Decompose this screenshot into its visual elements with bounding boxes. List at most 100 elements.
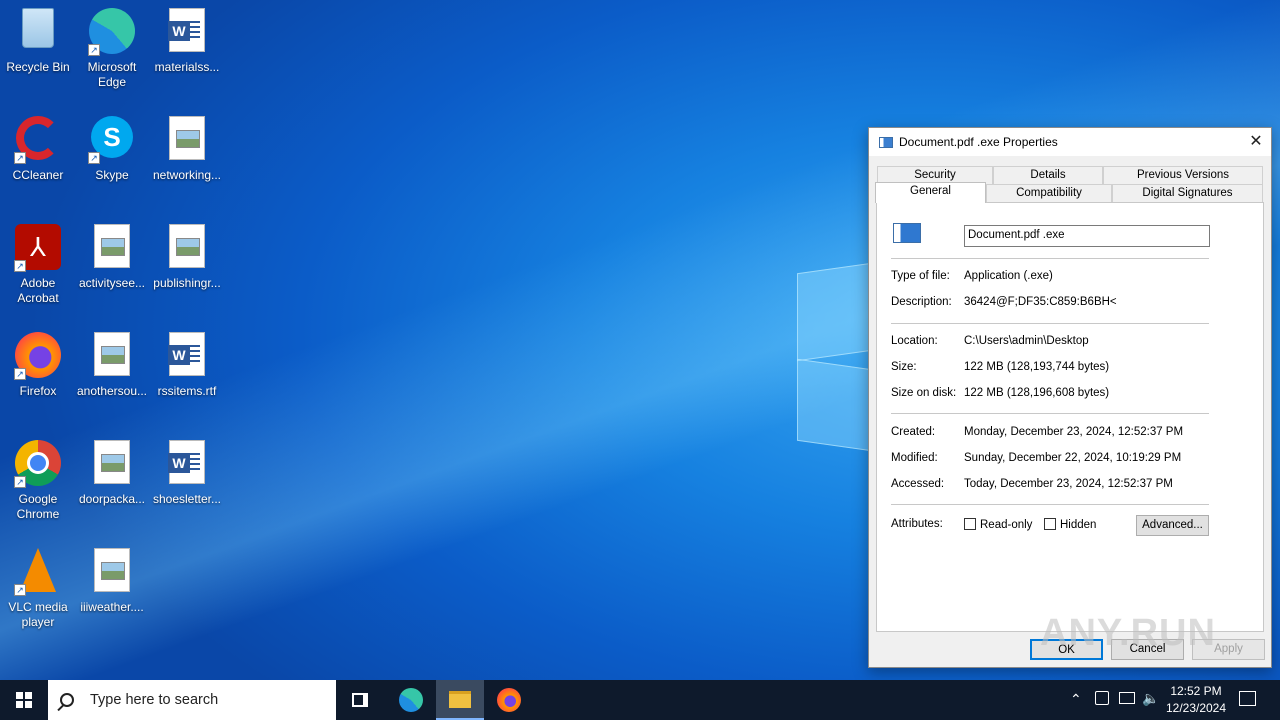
icon-label: Firefox <box>19 384 57 398</box>
desktop-icon-shoesletter[interactable]: W shoesletter... <box>149 434 225 507</box>
readonly-checkbox[interactable]: Read-only <box>964 518 1032 531</box>
taskbar: Type here to search ⌃ 🔈 12:52 PM 12/23/2… <box>0 680 1280 720</box>
checkbox-icon[interactable] <box>964 518 976 530</box>
chevron-up-icon[interactable]: ⌃ <box>1070 691 1082 708</box>
chrome-icon: ↗ <box>14 440 62 488</box>
desktop-icon-firefox[interactable]: ↗ Firefox <box>0 326 76 399</box>
notification-icon[interactable] <box>1239 691 1256 706</box>
word-doc-icon: W <box>163 440 211 488</box>
icon-label: rssitems.rtf <box>157 384 217 398</box>
task-view-button[interactable] <box>336 680 384 720</box>
tab-details[interactable]: Details <box>993 166 1103 184</box>
icon-label: doorpacka... <box>78 492 146 506</box>
desktop-icon-skype[interactable]: S ↗ Skype <box>74 110 150 183</box>
properties-dialog: Document.pdf .exe Properties ✕ Security … <box>868 127 1272 668</box>
desktop-icon-google-chrome[interactable]: ↗ Google Chrome <box>0 434 76 522</box>
created-value: Monday, December 23, 2024, 12:52:37 PM <box>964 426 1184 438</box>
desktop-icon-activitysee[interactable]: activitysee... <box>74 218 150 291</box>
image-file-icon <box>163 224 211 272</box>
checkbox-icon[interactable] <box>1044 518 1056 530</box>
desktop-icon-iiiweather[interactable]: iiiweather.... <box>74 542 150 615</box>
desktop-icon-adobe-acrobat[interactable]: ⅄ ↗ Adobe Acrobat <box>0 218 76 306</box>
general-tab-panel: Document.pdf .exe Type of file: Applicat… <box>876 202 1264 632</box>
clock-date: 12/23/2024 <box>1165 701 1227 715</box>
word-doc-icon: W <box>163 332 211 380</box>
desktop-icon-publishingr[interactable]: publishingr... <box>149 218 225 291</box>
firefox-icon: ↗ <box>14 332 62 380</box>
taskbar-clock[interactable]: 12:52 PM 12/23/2024 <box>1160 683 1232 717</box>
desktop-icon-anothersou[interactable]: anothersou... <box>74 326 150 399</box>
dialog-title: Document.pdf .exe Properties <box>899 135 1058 149</box>
windows-logo-icon <box>16 692 32 708</box>
clock-time: 12:52 PM <box>1170 684 1222 698</box>
size-on-disk-value: 122 MB (128,196,608 bytes) <box>964 387 1110 399</box>
icon-label: iiiweather.... <box>80 600 144 614</box>
skype-icon: S ↗ <box>88 116 136 164</box>
tab-compatibility[interactable]: Compatibility <box>986 184 1112 202</box>
taskbar-file-explorer-button[interactable] <box>436 680 484 720</box>
tab-previous-versions[interactable]: Previous Versions <box>1103 166 1263 184</box>
search-icon <box>60 693 74 707</box>
location-value: C:\Users\admin\Desktop <box>964 335 1089 347</box>
hidden-checkbox[interactable]: Hidden <box>1044 518 1096 531</box>
filename-field[interactable]: Document.pdf .exe <box>964 225 1210 247</box>
desktop-icon-rssitems[interactable]: W rssitems.rtf <box>149 326 225 399</box>
hidden-label: Hidden <box>1060 519 1097 531</box>
description-value: 36424@F;DF35:C859:B6BH< <box>964 296 1117 308</box>
size-on-disk-label: Size on disk: <box>891 387 957 399</box>
folder-icon <box>449 691 471 708</box>
desktop-icon-networking[interactable]: networking... <box>149 110 225 183</box>
network-drive-icon[interactable] <box>1095 691 1109 705</box>
icon-label: Skype <box>95 168 129 182</box>
type-value: Application (.exe) <box>964 270 1053 282</box>
application-icon <box>893 223 921 243</box>
image-file-icon <box>88 224 136 272</box>
icon-label: activitysee... <box>78 276 146 290</box>
network-icon[interactable] <box>1119 692 1135 704</box>
anyrun-watermark: ANY.RUN <box>1040 612 1216 654</box>
modified-value: Sunday, December 22, 2024, 10:19:29 PM <box>964 452 1182 464</box>
size-label: Size: <box>891 361 917 373</box>
icon-label: Adobe Acrobat <box>17 276 59 305</box>
dialog-titlebar[interactable]: Document.pdf .exe Properties ✕ <box>869 128 1271 156</box>
edge-icon: ↗ <box>88 8 136 56</box>
desktop-icon-microsoft-edge[interactable]: ↗ Microsoft Edge <box>74 2 150 90</box>
desktop-icon-ccleaner[interactable]: ↗ CCleaner <box>0 110 76 183</box>
start-button[interactable] <box>0 680 48 720</box>
icon-label: shoesletter... <box>152 492 222 506</box>
taskbar-edge-button[interactable] <box>387 680 435 720</box>
desktop-icon-vlc[interactable]: ↗ VLC media player <box>0 542 76 630</box>
created-label: Created: <box>891 426 936 438</box>
icon-label: Microsoft Edge <box>87 60 137 89</box>
divider <box>891 504 1209 505</box>
location-label: Location: <box>891 335 938 347</box>
firefox-icon <box>497 688 521 712</box>
size-value: 122 MB (128,193,744 bytes) <box>964 361 1110 373</box>
taskbar-firefox-button[interactable] <box>485 680 533 720</box>
icon-label: Recycle Bin <box>6 60 70 74</box>
close-icon[interactable]: ✕ <box>1241 128 1271 156</box>
divider <box>891 323 1209 324</box>
advanced-button[interactable]: Advanced... <box>1136 515 1209 536</box>
word-doc-icon: W <box>163 8 211 56</box>
icon-label: anothersou... <box>76 384 148 398</box>
type-label: Type of file: <box>891 270 950 282</box>
taskbar-search-box[interactable]: Type here to search <box>48 680 336 720</box>
icon-label: Google Chrome <box>16 492 60 521</box>
icon-label: publishingr... <box>153 276 221 290</box>
desktop-icon-recycle-bin[interactable]: Recycle Bin <box>0 2 76 75</box>
tab-digital-signatures[interactable]: Digital Signatures <box>1112 184 1263 202</box>
acrobat-icon: ⅄ ↗ <box>14 224 62 272</box>
image-file-icon <box>163 116 211 164</box>
icon-label: VLC media player <box>8 600 68 629</box>
divider <box>891 258 1209 259</box>
tab-general[interactable]: General <box>875 182 986 203</box>
volume-icon[interactable]: 🔈 <box>1142 690 1159 707</box>
divider <box>891 413 1209 414</box>
desktop-icon-doorpacka[interactable]: doorpacka... <box>74 434 150 507</box>
readonly-label: Read-only <box>980 519 1033 531</box>
desktop-icon-materialss[interactable]: W materialss... <box>149 2 225 75</box>
icon-label: networking... <box>152 168 222 182</box>
image-file-icon <box>88 440 136 488</box>
modified-label: Modified: <box>891 452 938 464</box>
